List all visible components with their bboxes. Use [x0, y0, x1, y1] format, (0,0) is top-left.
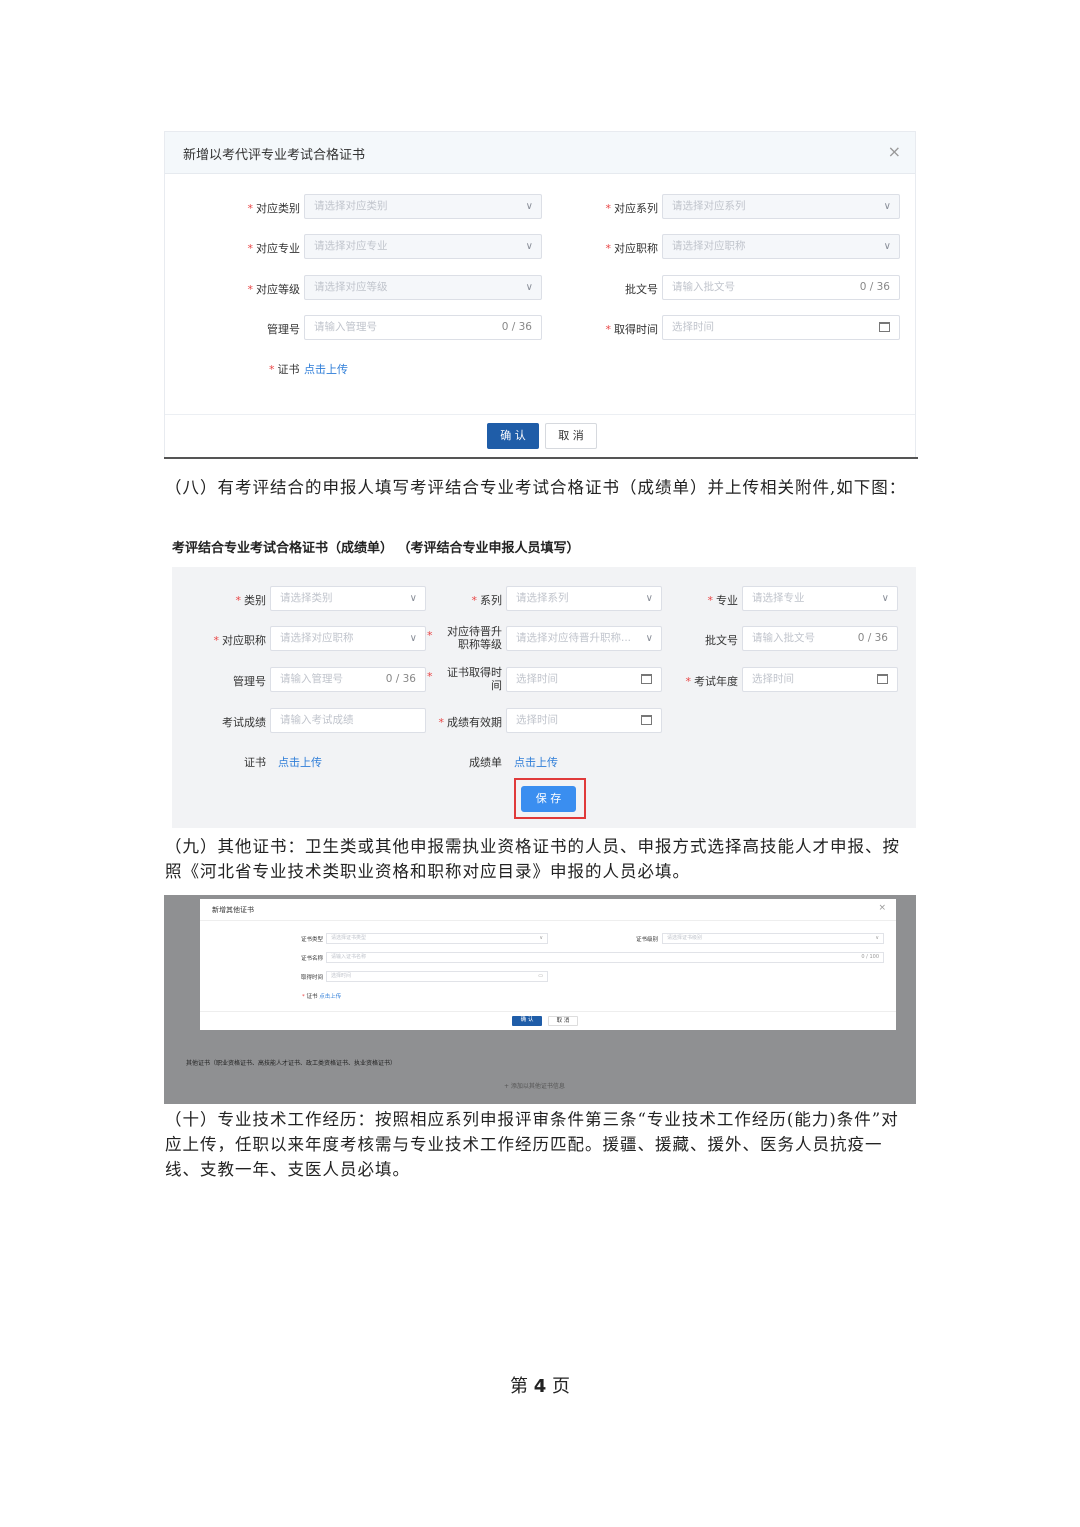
dialog-header: 新增以考代评专业考试合格证书 × [165, 132, 915, 174]
title-label: * 对应职称 [213, 634, 267, 647]
approval-no-input[interactable]: 请输入批文号 0 / 36 [662, 275, 900, 300]
certificate-upload-link[interactable]: 点击上传 [278, 754, 322, 770]
obtain-time-picker[interactable]: 选择时间 [662, 315, 900, 340]
confirm-button[interactable]: 确 认 [512, 1016, 542, 1026]
specialty-select[interactable]: 请选择专业 ∨ [742, 586, 898, 611]
management-no-input[interactable]: 请输入管理号 0 / 36 [304, 315, 542, 340]
upload-link[interactable]: 点击上传 [319, 994, 341, 1000]
chevron-down-icon: ∨ [645, 593, 653, 604]
chevron-down-icon: ∨ [881, 593, 889, 604]
score-validity-picker[interactable]: 选择时间 [506, 708, 662, 733]
chevron-down-icon: ∨ [525, 241, 533, 252]
series-label: * 系列 [471, 594, 503, 607]
add-certificate-link[interactable]: + 添加以其他证书信息 [504, 1081, 565, 1090]
cert-level-select[interactable]: 请选择证书级别 ∨ [662, 933, 884, 944]
chevron-down-icon: ∨ [883, 241, 891, 252]
promotion-level-select[interactable]: 请选择对应待晋升职称... ∨ [506, 626, 662, 651]
calendar-icon [879, 322, 890, 332]
dialog-title: 新增以考代评专业考试合格证书 [183, 148, 366, 163]
exam-score-label: 考试成绩 [222, 716, 266, 729]
series-select[interactable]: 请选择对应系列 ∨ [662, 194, 900, 219]
title-select[interactable]: 请选择对应职称 ∨ [270, 626, 426, 651]
category-label: * 类别 [235, 594, 267, 607]
page-number: 第 4 页 [510, 1376, 570, 1397]
certificate-label: * 证书 点击上传 [302, 994, 342, 1000]
specialty-label: * 专业 [707, 594, 739, 607]
close-icon[interactable]: × [888, 142, 901, 161]
section-title: 考评结合专业考试合格证书（成绩单） （考评结合专业申报人员填写） [172, 541, 580, 556]
chevron-down-icon: ∨ [883, 201, 891, 212]
calendar-icon [641, 715, 652, 725]
upload-link[interactable]: 点击上传 [304, 361, 348, 377]
paragraph-9: （九）其他证书：卫生类或其他申报需执业资格证书的人员、申报方式选择高技能人才申报… [165, 837, 900, 881]
cert-obtain-time-picker[interactable]: 选择时间 [506, 667, 662, 692]
score-sheet-label: 成绩单 [469, 756, 502, 769]
specialty-label: * 对应专业 [247, 242, 301, 255]
calendar-icon: ▭ [538, 973, 543, 979]
other-certificate-dialog: 新增其他证书 × 证书类型 请选择证书类型 ∨ 证书级别 请选择证书级别 ∨ 证书名… [200, 899, 896, 1030]
score-form-panel: * 类别 请选择类别 ∨ * 系列 请选择系列 ∨ * 专业 请选择专业 ∨ * 对应职称 请… [172, 567, 916, 828]
level-select[interactable]: 请选择对应等级 ∨ [304, 275, 542, 300]
other-certificate-heading: 其他证书（职业资格证书、高技能人才证书、政工类资格证书、执业资格证书） [186, 1060, 397, 1067]
paragraph-10: （十）专业技术工作经历：按照相应系列申报评审条件第三条“专业技术工作经历(能力)… [165, 1110, 899, 1179]
required-marker: * [427, 670, 433, 683]
category-select[interactable]: 请选择类别 ∨ [270, 586, 426, 611]
save-button[interactable]: 保 存 [521, 786, 576, 812]
chevron-down-icon: ∨ [875, 935, 879, 941]
other-certificate-screenshot: 新增其他证书 × 证书类型 请选择证书类型 ∨ 证书级别 请选择证书级别 ∨ 证书名… [164, 895, 916, 1104]
management-no-label: 管理号 [267, 323, 300, 336]
management-no-label: 管理号 [233, 675, 266, 688]
cert-type-label: 证书类型 [300, 937, 323, 943]
specialty-select[interactable]: 请选择对应专业 ∨ [304, 234, 542, 259]
score-sheet-upload-link[interactable]: 点击上传 [514, 754, 558, 770]
certificate-label: 证书 [244, 756, 266, 769]
exam-year-picker[interactable]: 选择时间 [742, 667, 898, 692]
dialog-bottom-border [164, 457, 918, 459]
cancel-button[interactable]: 取 消 [545, 423, 597, 449]
approval-no-label: 批文号 [625, 283, 658, 296]
certificate-label: * 证书 [269, 363, 300, 376]
cert-name-input[interactable]: 请输入证书名称 0 / 100 [326, 952, 884, 963]
cert-type-select[interactable]: 请选择证书类型 ∨ [326, 933, 548, 944]
exam-score-input[interactable]: 请输入考试成绩 [270, 708, 426, 733]
dialog-footer-divider [200, 1011, 896, 1012]
approval-no-input[interactable]: 请输入批文号 0 / 36 [742, 626, 898, 651]
close-icon[interactable]: × [878, 903, 886, 913]
chevron-down-icon: ∨ [645, 633, 653, 644]
cert-level-label: 证书级别 [635, 937, 658, 943]
required-marker: * [427, 629, 433, 642]
cancel-button[interactable]: 取 消 [548, 1016, 578, 1026]
exam-year-label: * 考试年度 [685, 675, 739, 688]
confirm-button[interactable]: 确 认 [487, 423, 539, 449]
calendar-icon [877, 674, 888, 684]
paragraph-8: （八）有考评结合的申报人填写考评结合专业考试合格证书（成绩单）并上传相关附件,如… [165, 478, 907, 497]
obtain-time-label: * 取得时间 [605, 323, 659, 336]
obtain-time-picker[interactable]: 选择时间 ▭ [326, 971, 548, 982]
category-select[interactable]: 请选择对应类别 ∨ [304, 194, 542, 219]
chevron-down-icon: ∨ [409, 633, 417, 644]
cert-obtain-time-label: 证书取得时间 [447, 666, 502, 692]
cert-name-label: 证书名称 [300, 956, 323, 962]
dialog-footer-divider [165, 414, 915, 415]
category-label: * 对应类别 [247, 202, 301, 215]
approval-no-label: 批文号 [705, 634, 738, 647]
chevron-down-icon: ∨ [525, 201, 533, 212]
title-label: * 对应职称 [605, 242, 659, 255]
exam-certificate-dialog: 新增以考代评专业考试合格证书 × * 对应类别 请选择对应类别 ∨ * 对应系列 请选… [164, 131, 918, 459]
promotion-level-label: 对应待晋升职称等级 [447, 625, 502, 651]
chevron-down-icon: ∨ [409, 593, 417, 604]
dialog-title: 新增其他证书 [212, 906, 254, 914]
dialog-header: 新增其他证书 × [200, 899, 896, 921]
score-validity-label: * 成绩有效期 [438, 716, 503, 729]
level-label: * 对应等级 [247, 283, 301, 296]
calendar-icon [641, 674, 652, 684]
chevron-down-icon: ∨ [539, 935, 543, 941]
series-select[interactable]: 请选择系列 ∨ [506, 586, 662, 611]
management-no-input[interactable]: 请输入管理号 0 / 36 [270, 667, 426, 692]
obtain-time-label: 取得时间 [300, 975, 323, 981]
series-label: * 对应系列 [605, 202, 659, 215]
chevron-down-icon: ∨ [525, 282, 533, 293]
title-select[interactable]: 请选择对应职称 ∨ [662, 234, 900, 259]
